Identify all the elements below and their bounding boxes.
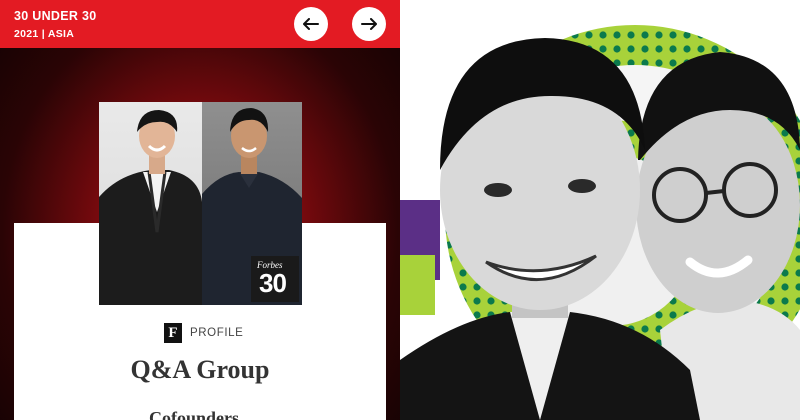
profile-label: PROFILE (190, 327, 244, 339)
portrait-illustration (400, 0, 800, 420)
previous-button[interactable] (294, 7, 328, 41)
forbes-30-badge: Forbes 30 (251, 256, 299, 302)
header-bar: 30 UNDER 30 2021 | ASIA (0, 0, 400, 48)
arrow-left-icon (303, 18, 319, 30)
arrow-right-icon (361, 18, 377, 30)
company-name: Q&A Group (130, 355, 270, 384)
founders-photo: Forbes 30 (99, 102, 302, 305)
forbes-f-logo: F (164, 323, 182, 343)
list-subtitle: 2021 | ASIA (14, 28, 75, 40)
profile-panel: 30 UNDER 30 2021 | ASIA Forbes 30 F PROF… (0, 0, 400, 420)
badge-number: 30 (259, 268, 287, 298)
list-title: 30 UNDER 30 (14, 9, 97, 23)
cofounders-heading: Cofounders (149, 408, 240, 420)
next-button[interactable] (352, 7, 386, 41)
